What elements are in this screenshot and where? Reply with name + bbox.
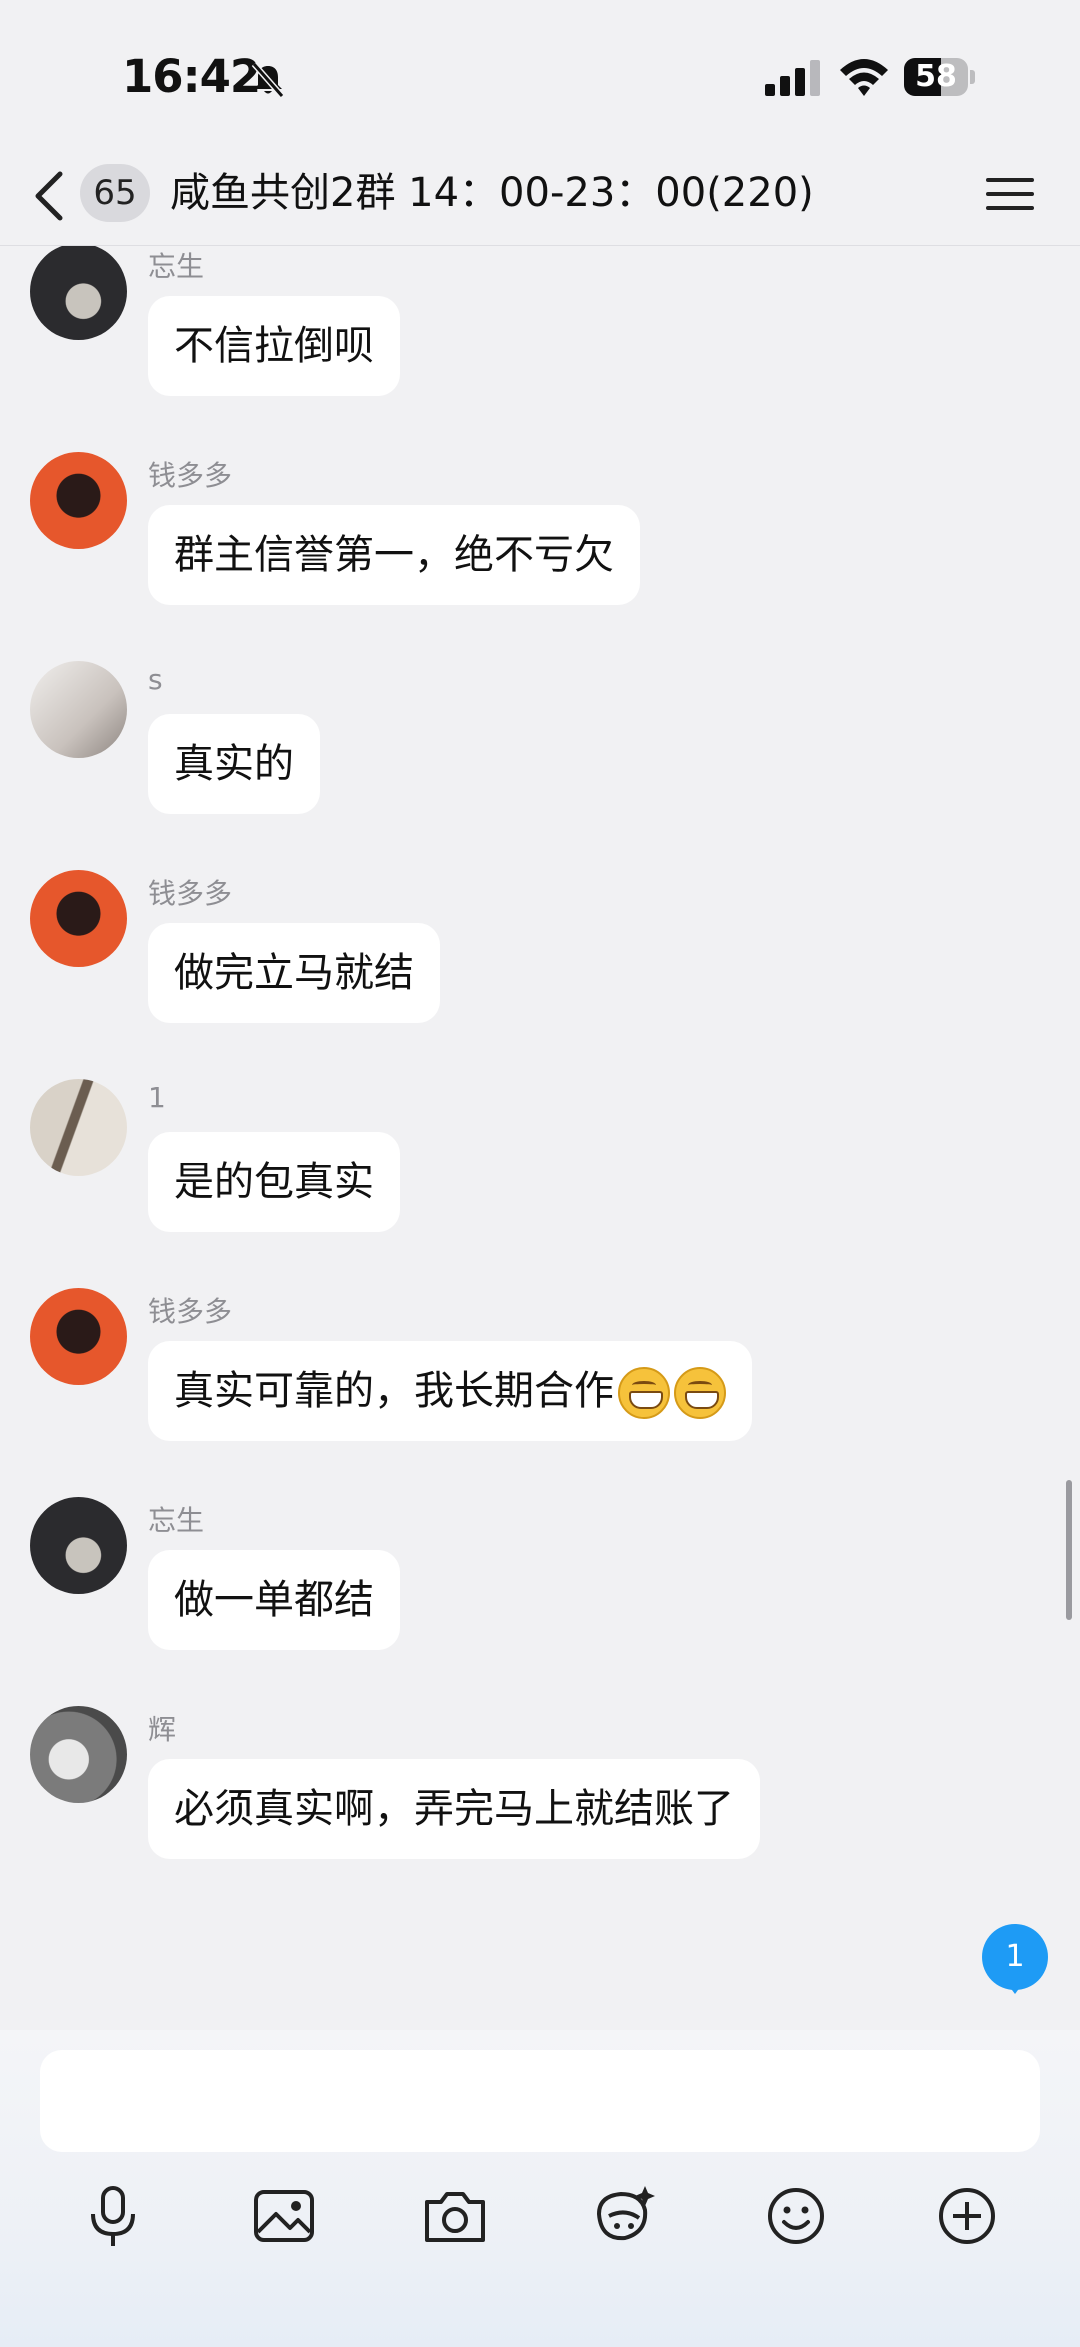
message-item: 1 是的包真实 (0, 1079, 1080, 1279)
message-list[interactable]: 我反正两天赚了六百多忘生不信拉倒呗钱多多群主信誉第一，绝不亏欠s真实的钱多多做完… (0, 150, 1080, 2030)
message-bubble[interactable]: 不信拉倒呗 (148, 296, 400, 396)
message-bubble[interactable]: 是的包真实 (148, 1132, 400, 1232)
message-text: 做完立马就结 (174, 950, 414, 996)
battery-indicator: 58 (904, 58, 976, 98)
sender-name: 忘生 (148, 1504, 205, 1537)
status-time: 16:42 (122, 50, 261, 103)
message-text: 群主信誉第一，绝不亏欠 (174, 532, 614, 578)
sender-name: s (148, 663, 163, 696)
image-icon[interactable] (248, 2180, 320, 2252)
sender-name: 钱多多 (148, 877, 233, 910)
sender-name: 辉 (148, 1713, 177, 1746)
message-item: 忘生不信拉倒呗 (0, 243, 1080, 443)
avatar[interactable] (30, 1288, 127, 1385)
message-item: 忘生做一单都结 (0, 1497, 1080, 1697)
message-bubble[interactable]: 真实的 (148, 714, 320, 814)
avatar[interactable] (30, 870, 127, 967)
sender-name: 1 (148, 1081, 166, 1114)
message-text: 真实可靠的，我长期合作 (174, 1368, 614, 1414)
cellular-signal-icon (765, 60, 820, 96)
avatar[interactable] (30, 661, 127, 758)
sender-name: 钱多多 (148, 459, 233, 492)
chat-title: 咸鱼共创2群 14：00-23：00(220) (170, 170, 814, 216)
message-text: 不信拉倒呗 (174, 323, 374, 369)
status-bar: 16:42 58 (0, 0, 1080, 150)
message-text: 做一单都结 (174, 1577, 374, 1623)
message-text: 真实的 (174, 741, 294, 787)
message-bubble[interactable]: 群主信誉第一，绝不亏欠 (148, 505, 640, 605)
sender-name: 钱多多 (148, 1295, 233, 1328)
message-text: 必须真实啊，弄完马上就结账了 (174, 1786, 734, 1832)
grinning-emoji-icon (618, 1367, 670, 1419)
message-bubble[interactable]: 做一单都结 (148, 1550, 400, 1650)
message-input[interactable] (40, 2050, 1040, 2152)
message-bubble[interactable]: 真实可靠的，我长期合作 (148, 1341, 752, 1441)
battery-percent: 58 (915, 59, 957, 94)
back-arrow-icon[interactable] (30, 166, 70, 226)
scrollbar[interactable] (1066, 1480, 1072, 1620)
sticker-icon[interactable] (589, 2180, 661, 2252)
message-item: s 真实的 (0, 661, 1080, 861)
message-item: 钱多多群主信誉第一，绝不亏欠 (0, 452, 1080, 652)
menu-icon[interactable] (986, 170, 1034, 218)
message-item: 辉必须真实啊，弄完马上就结账了 (0, 1706, 1080, 1906)
sender-name: 忘生 (148, 250, 205, 283)
grinning-emoji-icon (674, 1367, 726, 1419)
chat-header: 65 咸鱼共创2群 14：00-23：00(220) (0, 150, 1080, 246)
message-text: 是的包真实 (174, 1159, 374, 1205)
mute-bell-icon (251, 62, 285, 98)
message-item: 钱多多做完立马就结 (0, 870, 1080, 1070)
emoji-icon[interactable] (760, 2180, 832, 2252)
avatar[interactable] (30, 1079, 127, 1176)
camera-icon[interactable] (419, 2180, 491, 2252)
microphone-icon[interactable] (77, 2180, 149, 2252)
avatar[interactable] (30, 1497, 127, 1594)
avatar[interactable] (30, 243, 127, 340)
avatar[interactable] (30, 1706, 127, 1803)
input-bar (0, 2030, 1080, 2347)
plus-icon[interactable] (931, 2180, 1003, 2252)
wifi-icon (840, 59, 888, 96)
new-message-bubble[interactable]: 1 (982, 1924, 1048, 1994)
unread-count-badge[interactable]: 65 (80, 164, 150, 222)
message-item: 钱多多真实可靠的，我长期合作 (0, 1288, 1080, 1488)
message-bubble[interactable]: 必须真实啊，弄完马上就结账了 (148, 1759, 760, 1859)
message-bubble[interactable]: 做完立马就结 (148, 923, 440, 1023)
avatar[interactable] (30, 452, 127, 549)
